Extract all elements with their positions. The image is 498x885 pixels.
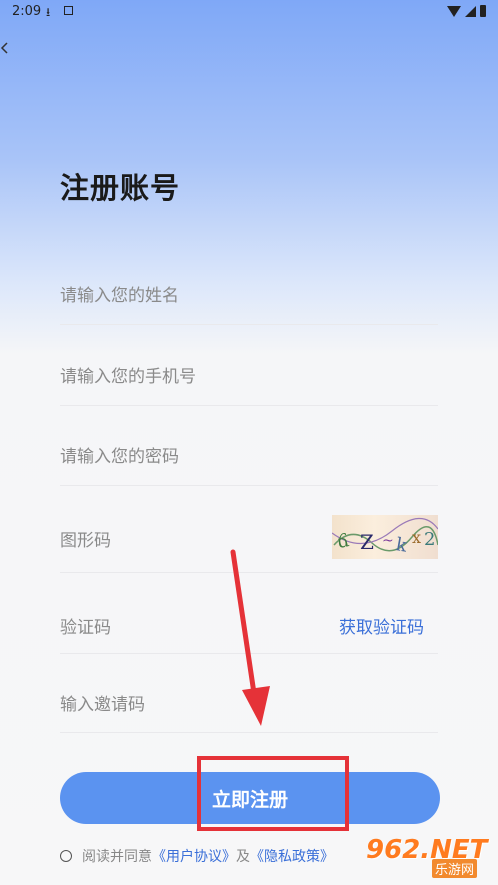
captcha-field[interactable]: 图形码 ճ Z ~ k x 2 xyxy=(60,505,438,573)
image-notification-icon xyxy=(64,6,73,15)
svg-text:Z: Z xyxy=(360,530,374,554)
phone-field[interactable]: 请输入您的手机号 xyxy=(60,343,438,406)
signal-icon xyxy=(465,5,476,17)
watermark-sub: 乐游网 xyxy=(432,859,478,878)
svg-text:k: k xyxy=(394,534,409,557)
svg-text:x: x xyxy=(412,528,421,547)
code-field[interactable]: 验证码 获取验证码 xyxy=(60,592,438,654)
download-icon: ⭳ xyxy=(46,5,51,19)
agree-text: 阅读并同意 xyxy=(82,849,152,865)
phone-placeholder: 请输入您的手机号 xyxy=(60,367,196,387)
page-title: 注册账号 xyxy=(60,171,181,205)
user-agreement-link[interactable]: 《用户协议》 xyxy=(152,846,236,866)
status-bar: 2:09 ⭳ xyxy=(0,0,498,26)
captcha-image[interactable]: ճ Z ~ k x 2 xyxy=(332,515,438,559)
svg-text:ճ: ճ xyxy=(335,530,351,553)
invite-field[interactable]: 输入邀请码 xyxy=(60,672,438,733)
battery-icon xyxy=(480,5,486,17)
status-icons xyxy=(447,5,486,17)
svg-text:2: 2 xyxy=(424,529,435,550)
name-placeholder: 请输入您的姓名 xyxy=(60,286,179,306)
code-placeholder: 验证码 xyxy=(60,618,111,638)
agree-radio[interactable] xyxy=(60,850,72,862)
status-time: 2:09 xyxy=(12,4,42,19)
password-placeholder: 请输入您的密码 xyxy=(60,447,179,467)
watermark-logo: 962.NET 乐游网 xyxy=(366,835,490,878)
captcha-placeholder: 图形码 xyxy=(60,531,111,551)
name-field[interactable]: 请输入您的姓名 xyxy=(60,262,438,325)
agreement-row: 阅读并同意 《用户协议》 及 《隐私政策》 xyxy=(60,846,334,866)
chevron-left-icon xyxy=(0,42,8,54)
password-field[interactable]: 请输入您的密码 xyxy=(60,423,438,486)
wifi-icon xyxy=(447,5,461,17)
svg-text:~: ~ xyxy=(382,533,394,549)
agree-and-text: 及 xyxy=(236,849,250,865)
privacy-policy-link[interactable]: 《隐私政策》 xyxy=(250,846,334,866)
invite-placeholder: 输入邀请码 xyxy=(60,695,145,715)
get-code-button[interactable]: 获取验证码 xyxy=(339,613,424,638)
back-button[interactable] xyxy=(0,40,10,60)
register-button[interactable]: 立即注册 xyxy=(60,772,440,824)
